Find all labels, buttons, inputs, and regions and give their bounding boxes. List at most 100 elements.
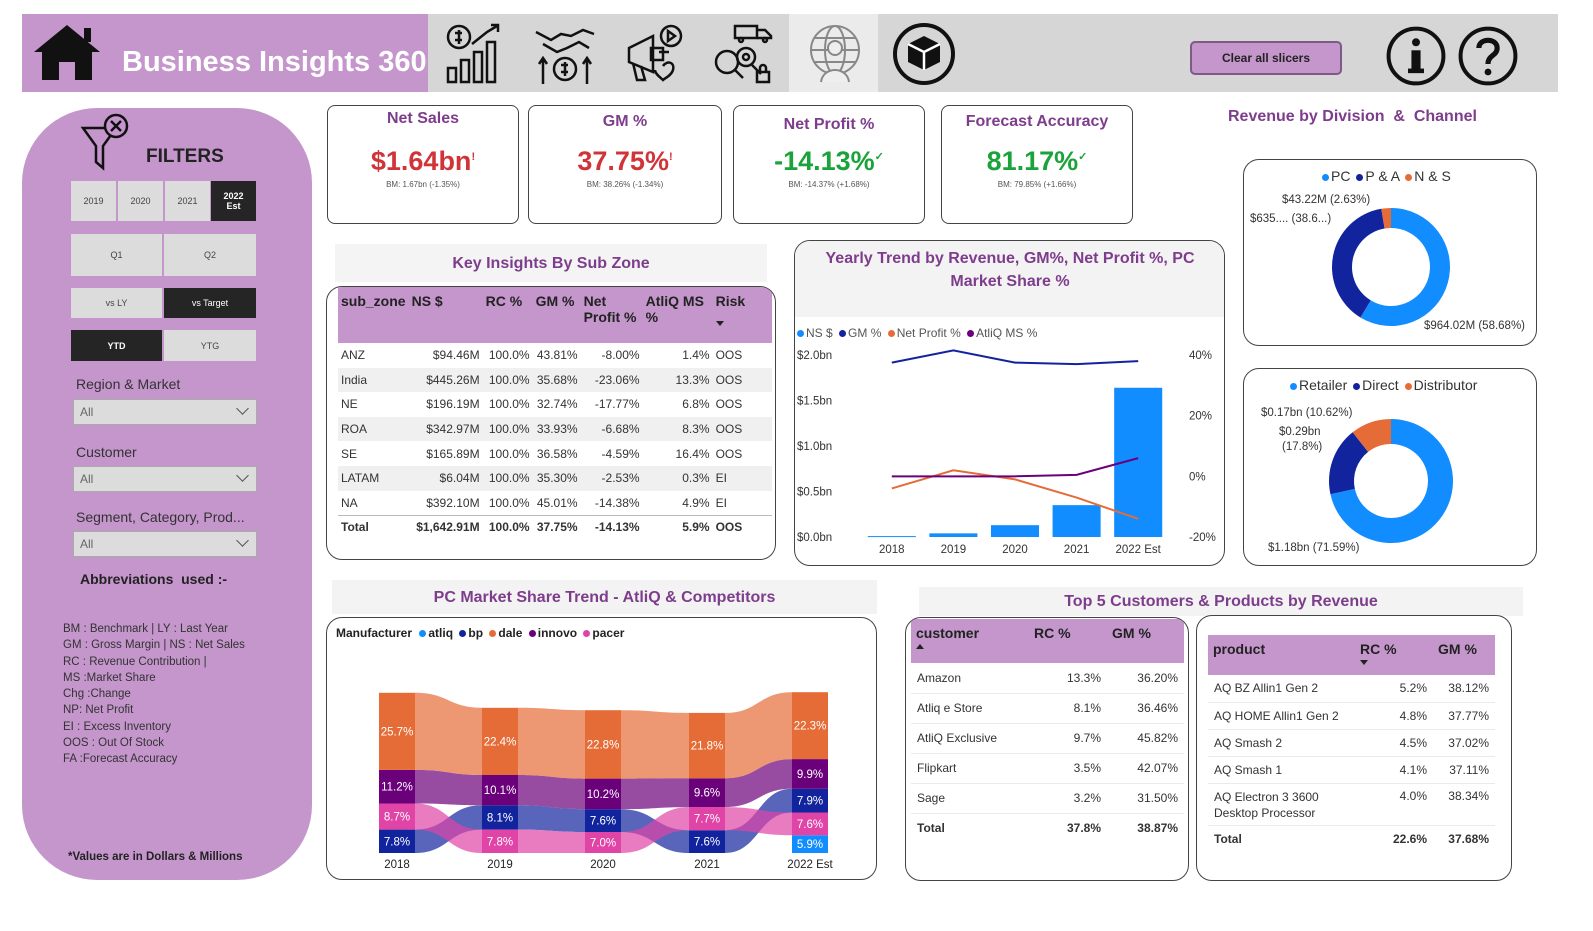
table-total-row: Total $1,642.91M 100.0% 37.75% -14.13% 5.9% OO… bbox=[338, 514, 772, 540]
marketing-view-icon[interactable] bbox=[623, 22, 687, 86]
kpi-title: Forecast Accuracy bbox=[965, 113, 1109, 130]
finance-view-icon[interactable] bbox=[442, 22, 506, 86]
kpi-net-sales-card[interactable]: Net Sales $1.64bn! BM: 1.67bn (-1.35%) bbox=[327, 105, 519, 224]
segment-dropdown[interactable]: All bbox=[73, 531, 257, 557]
cell: 38.87% bbox=[1137, 821, 1178, 836]
customer-dropdown-value: All bbox=[80, 472, 94, 486]
yearly-trend-chart[interactable]: $0.0bn $0.5bn $1.0bn $1.5bn $2.0bn -20% 0% 20% 4… bbox=[795, 341, 1225, 566]
channel-donut-panel: Retailer Direct Distributor $0.17bn (10.… bbox=[1243, 368, 1537, 566]
cell: -14.38% bbox=[594, 495, 640, 510]
filter-clear-icon[interactable] bbox=[80, 112, 132, 172]
year-2020-button[interactable]: 2020 bbox=[118, 181, 163, 221]
column-header[interactable]: GM % bbox=[1107, 619, 1184, 663]
kpi-net-profit-card[interactable]: Net Profit % -14.13%✓ BM: -14.37% (+1.68… bbox=[733, 105, 925, 224]
column-header[interactable]: Net Profit % bbox=[580, 287, 643, 343]
year-2022-est-button[interactable]: 2022 Est bbox=[211, 181, 256, 221]
ytg-button[interactable]: YTG bbox=[164, 330, 256, 361]
data-label: 10.2% bbox=[587, 789, 620, 801]
data-label: 22.3% bbox=[794, 721, 827, 733]
cell: 100.0% bbox=[488, 446, 530, 461]
cell: -23.06% bbox=[580, 367, 643, 393]
cell: -2.53% bbox=[580, 465, 643, 491]
column-header[interactable]: NS $ bbox=[408, 287, 483, 343]
cell: OOS bbox=[715, 348, 743, 363]
top5-customers-table[interactable]: customer RC % GM % Amazon 13.3% 36.20% Atl… bbox=[911, 619, 1184, 843]
kpi-forecast-accuracy-card[interactable]: Forecast Accuracy 81.17%✓ BM: 79.85% (+1… bbox=[941, 105, 1133, 224]
column-header[interactable]: product bbox=[1208, 635, 1355, 675]
sort-asc-icon bbox=[916, 644, 924, 649]
column-header-label: Risk bbox=[715, 293, 746, 309]
column-header[interactable]: RC % bbox=[1029, 619, 1107, 663]
vs-target-button[interactable]: vs Target bbox=[164, 288, 256, 318]
cell: $196.19M bbox=[426, 397, 480, 412]
cell: 4.9% bbox=[682, 495, 710, 510]
data-label: 7.0% bbox=[590, 838, 616, 850]
sales-view-icon[interactable] bbox=[533, 22, 597, 86]
column-header-sorted[interactable]: RC % bbox=[1355, 635, 1433, 675]
column-header[interactable]: AtliQ MS % bbox=[642, 287, 713, 343]
cell: 38.34% bbox=[1433, 783, 1495, 826]
ribbon bbox=[415, 692, 482, 775]
data-label: 7.8% bbox=[384, 836, 410, 848]
cell: OOS bbox=[715, 397, 743, 412]
help-icon[interactable] bbox=[1456, 24, 1518, 86]
cell: NE bbox=[341, 397, 358, 412]
info-icon[interactable] bbox=[1384, 24, 1446, 86]
table-row: Flipkart 3.5% 42.07% bbox=[911, 753, 1184, 784]
ribbon bbox=[518, 829, 585, 853]
column-header-sorted[interactable]: Risk bbox=[712, 287, 772, 343]
column-header-sorted[interactable]: customer bbox=[911, 619, 1029, 663]
division-donut[interactable] bbox=[1244, 160, 1538, 347]
data-label: 7.8% bbox=[487, 836, 513, 848]
abbr-line: BM : Benchmark | LY : Last Year bbox=[63, 623, 228, 635]
cell: OOS bbox=[712, 416, 772, 442]
model-cube-icon[interactable] bbox=[892, 22, 956, 86]
quarter-q1-button[interactable]: Q1 bbox=[71, 234, 162, 276]
data-label: 5.9% bbox=[797, 839, 823, 851]
subzone-table[interactable]: sub_zone NS $ RC % GM % Net Profit % Atl… bbox=[338, 287, 772, 540]
column-header[interactable]: RC % bbox=[482, 287, 533, 343]
year-2021-button[interactable]: 2021 bbox=[165, 181, 210, 221]
vs-ly-button[interactable]: vs LY bbox=[71, 288, 162, 318]
clear-slicers-button[interactable]: Clear all slicers bbox=[1190, 41, 1342, 75]
year-2019-button[interactable]: 2019 bbox=[71, 181, 116, 221]
legend-item: Net Profit % bbox=[896, 326, 961, 340]
cell: 45.82% bbox=[1107, 723, 1184, 754]
cell: OOS bbox=[712, 367, 772, 393]
ribbon bbox=[415, 769, 482, 806]
region-dropdown[interactable]: All bbox=[73, 399, 257, 425]
division-title: Revenue by Division & Channel bbox=[1228, 108, 1477, 125]
y-tick-label-left: $0.0bn bbox=[797, 532, 832, 544]
ytd-button[interactable]: YTD bbox=[71, 330, 162, 361]
yearly-trend-title: Yearly Trend by Revenue, GM%, Net Profit… bbox=[825, 250, 1195, 290]
marketshare-ribbon-chart[interactable]: 2018 2019 2020 2021 2022 Est 5.9% 7.8% 8.1% 7.6%… bbox=[327, 618, 877, 880]
cell: 31.50% bbox=[1107, 783, 1184, 814]
home-icon[interactable] bbox=[32, 22, 102, 82]
table-row: AQ BZ Allin1 Gen 2 5.2% 38.12% bbox=[1208, 675, 1495, 703]
data-label: 11.2% bbox=[381, 782, 413, 794]
x-tick-label: 2019 bbox=[487, 859, 513, 871]
x-tick-label: 2020 bbox=[590, 859, 616, 871]
ribbon bbox=[518, 775, 585, 810]
column-header[interactable]: sub_zone bbox=[338, 287, 409, 343]
column-header[interactable]: GM % bbox=[1433, 635, 1495, 675]
chevron-down-icon bbox=[236, 402, 249, 415]
quarter-q2-button[interactable]: Q2 bbox=[164, 234, 256, 276]
data-label: 10.1% bbox=[484, 785, 517, 797]
cell: 13.3% bbox=[642, 367, 713, 393]
channel-donut[interactable] bbox=[1244, 369, 1538, 567]
column-header[interactable]: GM % bbox=[532, 287, 581, 343]
top5-products-table[interactable]: product RC % GM % AQ BZ Allin1 Gen 2 5.2%… bbox=[1208, 635, 1495, 853]
cell: Total bbox=[338, 514, 409, 540]
kpi-value-text: $1.64bn bbox=[370, 146, 472, 176]
cell: 45.01% bbox=[536, 495, 578, 510]
executive-view-icon[interactable] bbox=[803, 22, 867, 86]
cell: -14.13% bbox=[580, 514, 643, 540]
cell: OOS bbox=[715, 446, 743, 461]
customer-dropdown[interactable]: All bbox=[73, 466, 257, 492]
cell: 5.2% bbox=[1355, 675, 1433, 703]
supply-chain-view-icon[interactable] bbox=[713, 22, 777, 86]
y-tick-label-left: $1.0bn bbox=[797, 441, 832, 453]
kpi-gm-card[interactable]: GM % 37.75%! BM: 38.26% (-1.34%) bbox=[528, 105, 722, 224]
table-row: NA $392.10M 100.0% 45.01% -14.38% 4.9% EI bbox=[338, 491, 772, 516]
